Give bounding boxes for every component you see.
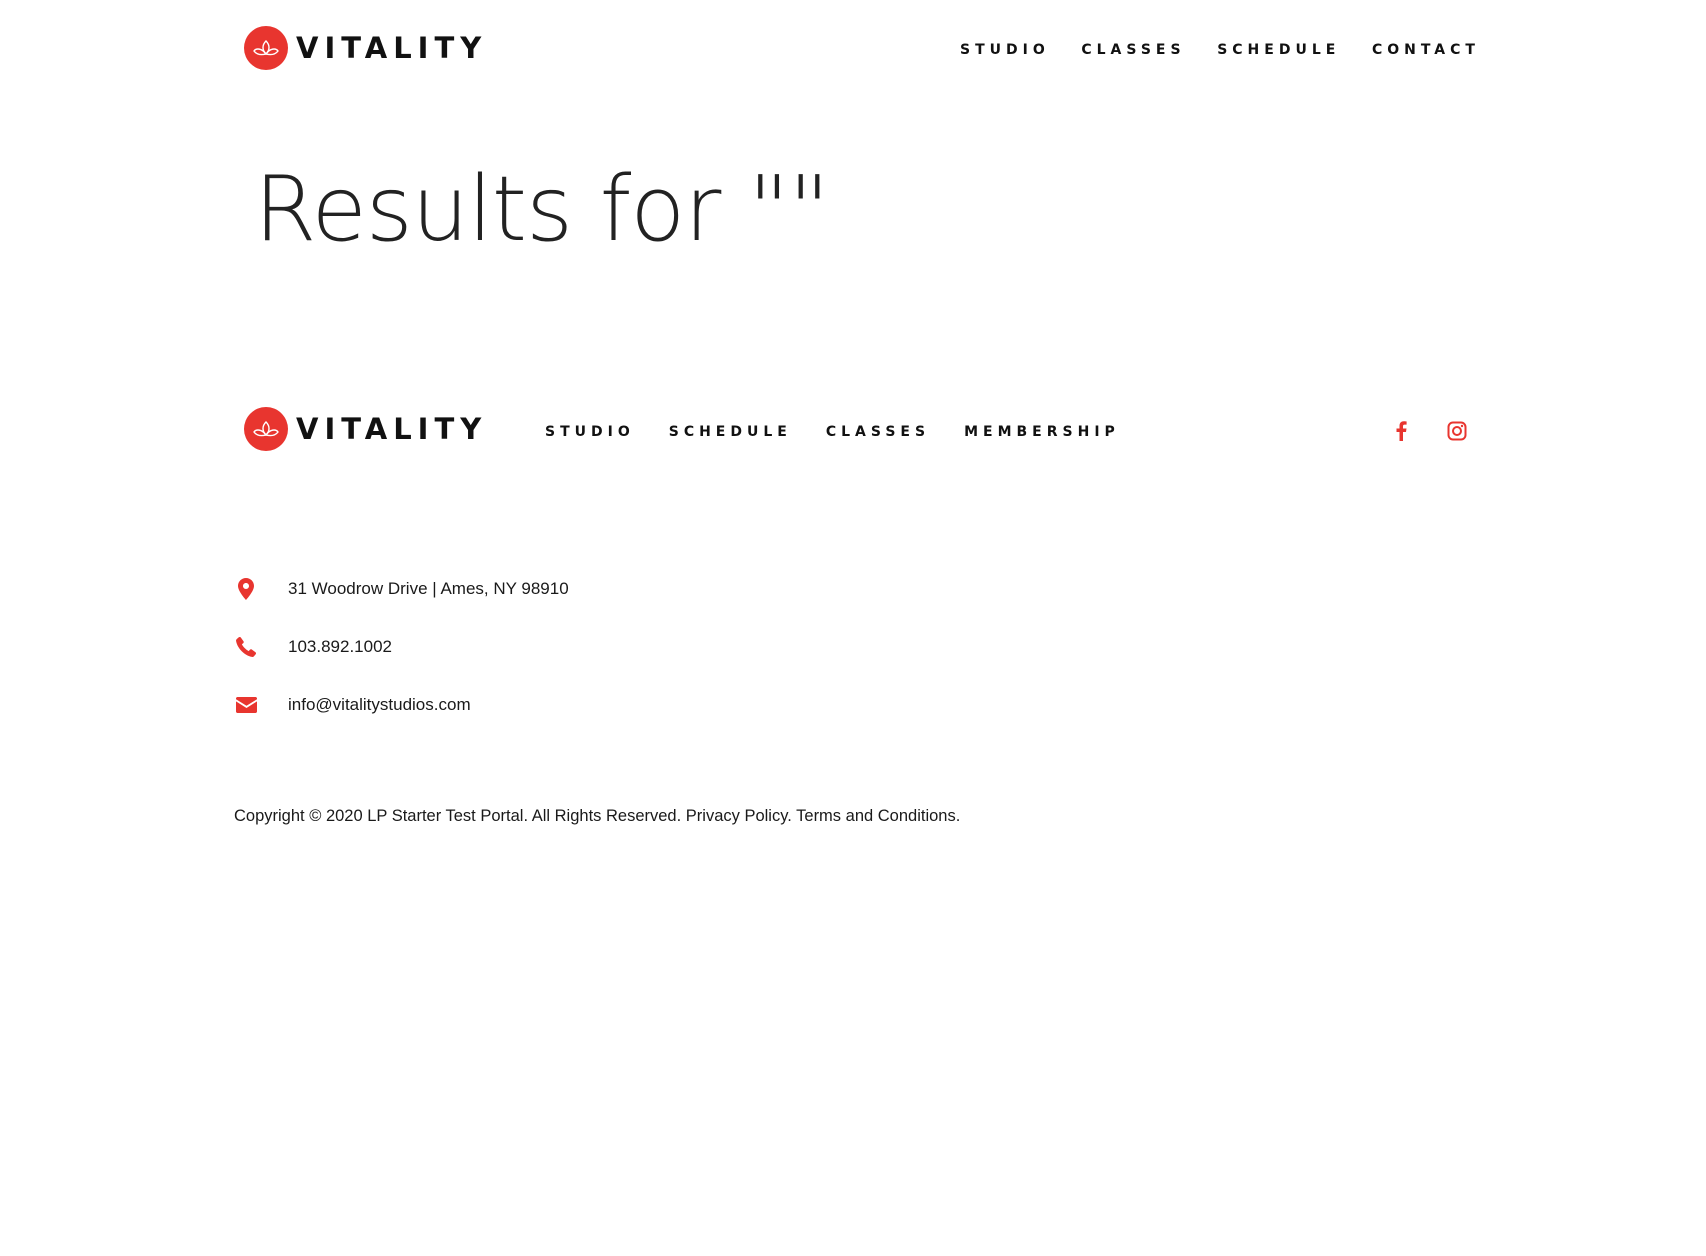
terms-link[interactable]: Terms and Conditions. [796,807,960,825]
nav-contact[interactable]: CONTACT [1372,42,1480,58]
footer-nav-studio[interactable]: STUDIO [545,424,635,440]
nav-classes[interactable]: CLASSES [1081,42,1185,58]
map-pin-icon [234,578,258,600]
privacy-policy-link[interactable]: Privacy Policy. [686,807,792,825]
social-links [1390,420,1468,442]
contact-email: info@vitalitystudios.com [234,676,569,734]
contact-address: 31 Woodrow Drive | Ames, NY 98910 [234,560,569,618]
footer-nav: STUDIO SCHEDULE CLASSES MEMBERSHIP [545,424,1120,440]
page: VITALITY STUDIO CLASSES SCHEDULE CONTACT… [0,0,1706,1256]
top-nav: STUDIO CLASSES SCHEDULE CONTACT [960,42,1480,58]
footer-nav-schedule[interactable]: SCHEDULE [669,424,792,440]
contact-list: 31 Woodrow Drive | Ames, NY 98910 103.89… [234,560,569,734]
contact-phone: 103.892.1002 [234,618,569,676]
lotus-logo-icon [244,407,288,451]
facebook-icon[interactable] [1390,420,1412,442]
copyright: Copyright © 2020 LP Starter Test Portal.… [234,807,960,826]
nav-studio[interactable]: STUDIO [960,42,1050,58]
phone-icon [234,637,258,657]
lotus-logo-icon [244,26,288,70]
email-link[interactable]: info@vitalitystudios.com [288,695,471,715]
instagram-icon[interactable] [1446,420,1468,442]
phone-text[interactable]: 103.892.1002 [288,637,392,657]
logo-wordmark: VITALITY [296,30,488,65]
logo-wordmark: VITALITY [296,411,488,446]
header-logo[interactable]: VITALITY [244,26,487,70]
footer-nav-classes[interactable]: CLASSES [826,424,930,440]
page-title: Results for "" [254,157,830,262]
footer-nav-membership[interactable]: MEMBERSHIP [964,424,1120,440]
envelope-icon [234,697,258,713]
copyright-text: Copyright © 2020 LP Starter Test Portal.… [234,807,682,825]
address-text: 31 Woodrow Drive | Ames, NY 98910 [288,579,569,598]
nav-schedule[interactable]: SCHEDULE [1217,42,1340,58]
footer-logo[interactable]: VITALITY [244,407,487,451]
